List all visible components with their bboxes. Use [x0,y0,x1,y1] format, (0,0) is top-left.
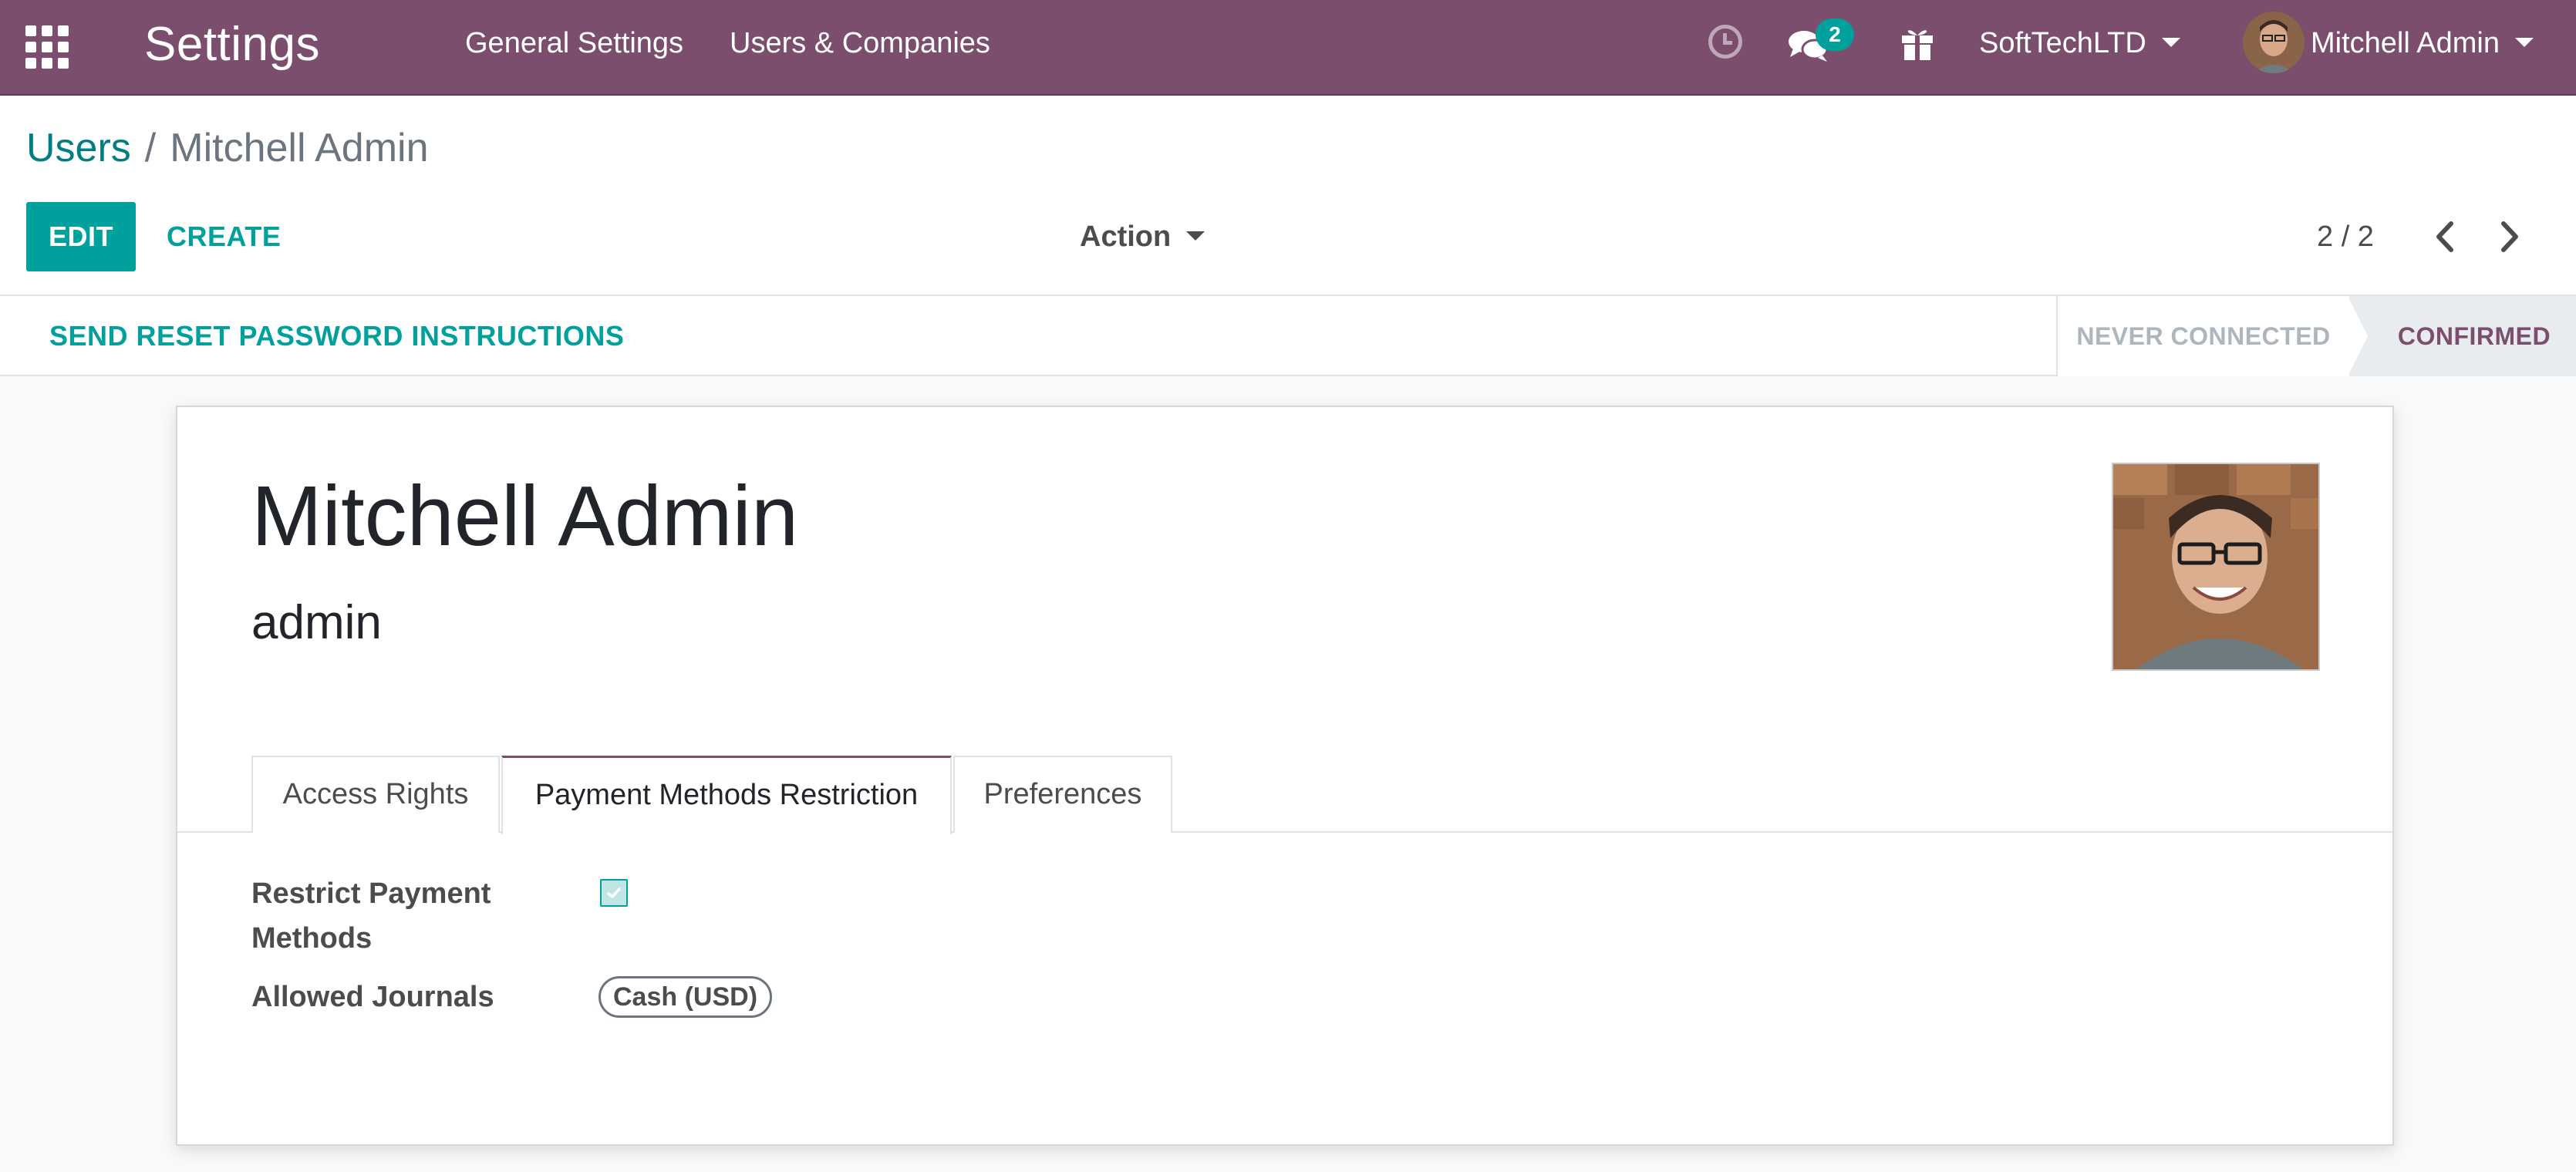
pager-value[interactable]: 2 / 2 [2317,202,2374,271]
breadcrumb-users-link[interactable]: Users [26,126,131,170]
restrict-payment-checkbox[interactable] [600,879,628,907]
tab-access-rights[interactable]: Access Rights [251,756,500,833]
user-avatar[interactable] [2243,12,2305,73]
restrict-payment-label-line1: Restrict Payment [251,877,491,910]
tab-preferences[interactable]: Preferences [953,756,1172,833]
restrict-payment-label: Restrict Payment Methods [251,871,491,961]
user-photo[interactable] [2112,463,2320,671]
user-menu[interactable]: Mitchell Admin [2311,22,2534,65]
action-label: Action [1080,221,1172,253]
company-name: SoftTechLTD [1979,27,2146,59]
top-navbar: Settings General Settings Users & Compan… [0,0,2576,96]
company-switcher[interactable]: SoftTechLTD [1979,22,2180,65]
menu-users-companies[interactable]: Users & Companies [730,22,990,65]
journal-tag[interactable]: Cash (USD) [598,976,773,1018]
chat-unread-badge: 2 [1816,19,1854,51]
gift-icon[interactable] [1897,23,1937,63]
status-stages: NEVER CONNECTED CONFIRMED [2056,296,2576,376]
user-name: Mitchell Admin [2311,27,2500,59]
chevron-down-icon [2161,37,2180,47]
app-title[interactable]: Settings [144,14,320,76]
breadcrumb-separator: / [144,126,157,170]
checkmark-icon [607,887,621,898]
notebook-tabs: Access Rights Payment Methods Restrictio… [177,756,2392,834]
record-name: Mitchell Admin [251,469,799,564]
action-dropdown[interactable]: Action [1080,202,1205,271]
form-statusbar: SEND RESET PASSWORD INSTRUCTIONS NEVER C… [0,296,2576,376]
send-reset-password-button[interactable]: SEND RESET PASSWORD INSTRUCTIONS [49,296,624,376]
create-button[interactable]: CREATE [167,202,281,271]
record-login: admin [251,596,382,649]
chevron-right-icon [2501,221,2518,252]
pager-next-button[interactable] [2487,211,2533,262]
chevron-left-icon [2436,221,2453,252]
restrict-payment-label-line2: Methods [251,922,373,955]
control-panel: Users / Mitchell Admin EDIT CREATE Action … [0,97,2576,296]
clock-icon[interactable] [1708,25,1742,59]
allowed-journals-label: Allowed Journals [251,981,494,1013]
form-sheet: Mitchell Admin admin Access Rights Payme… [176,406,2394,1146]
stage-never-connected[interactable]: NEVER CONNECTED [2058,296,2349,376]
stage-confirmed[interactable]: CONFIRMED [2349,296,2576,376]
menu-general-settings[interactable]: General Settings [465,22,683,65]
tab-payment-methods-restriction[interactable]: Payment Methods Restriction [501,756,952,834]
chevron-down-icon [2514,37,2534,47]
edit-button[interactable]: EDIT [26,202,136,271]
breadcrumb: Users / Mitchell Admin [26,125,428,171]
apps-grid-icon[interactable] [25,25,69,69]
pager-previous-button[interactable] [2422,211,2468,262]
breadcrumb-current: Mitchell Admin [170,126,429,170]
stage-arrow-divider [2348,296,2368,376]
chevron-down-icon [1186,231,1205,241]
